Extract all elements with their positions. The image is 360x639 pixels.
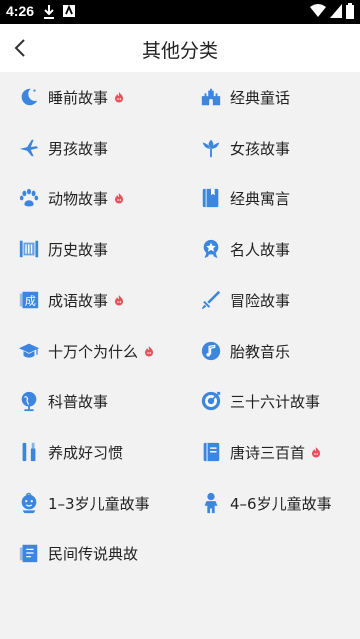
category-label: 十万个为什么 [48,342,139,361]
hot-flame-icon [310,446,322,458]
category-item[interactable]: 三十六计故事 [200,381,360,421]
hot-flame-icon [143,345,155,357]
airplane-icon [18,137,40,159]
category-item[interactable]: 经典寓言 [200,178,360,218]
category-label: 胎教音乐 [230,342,291,361]
globe-icon [18,390,40,412]
hot-flame-icon [113,192,125,204]
category-item[interactable]: 成成语故事 [18,280,188,320]
wifi-icon [310,4,326,17]
signal-icon [330,4,342,18]
flower-icon [200,137,222,159]
page-title: 其他分类 [141,40,218,62]
notebook-icon [200,441,222,463]
category-item[interactable]: 十万个为什么 [18,331,188,371]
castle-icon [200,86,222,108]
category-label: 名人故事 [230,240,291,259]
category-item[interactable]: 养成好习惯 [18,432,188,472]
folk-book-icon [18,542,40,564]
category-item[interactable]: 民间传说典故 [18,533,188,573]
category-label: 睡前故事 [48,88,109,107]
category-label: 4–6岁儿童故事 [230,494,332,513]
category-label: 三十六计故事 [230,392,321,411]
category-label: 唐诗三百首 [230,443,306,462]
category-label: 经典寓言 [230,189,291,208]
category-list: 睡前故事 经典童话男孩故事 女孩故事动物故事 经典寓言历史故事 名人故事成成语故事 冒险故… [0,72,360,639]
toothbrush-icon [18,441,40,463]
category-label: 民间传说典故 [48,544,139,563]
category-label: 经典童话 [230,88,291,107]
category-item[interactable]: 经典童话 [200,77,360,117]
music-note-icon [200,340,222,362]
hot-flame-icon [113,294,125,306]
category-label: 冒险故事 [230,291,291,310]
category-item[interactable]: 唐诗三百首 [200,432,360,472]
category-label: 女孩故事 [230,139,291,158]
status-time: 4:26 [6,3,35,19]
paw-icon [18,187,40,209]
category-item[interactable]: 女孩故事 [200,128,360,168]
category-item[interactable]: 冒险故事 [200,280,360,320]
hot-flame-icon [113,91,125,103]
category-item[interactable]: 4–6岁儿童故事 [200,483,360,523]
moon-icon [18,86,40,108]
category-item[interactable]: 胎教音乐 [200,331,360,371]
category-label: 动物故事 [48,189,109,208]
idiom-icon: 成 [18,289,40,311]
category-label: 成语故事 [48,291,109,310]
target-icon [200,390,222,412]
category-item[interactable]: 动物故事 [18,178,188,218]
category-item[interactable]: 男孩故事 [18,128,188,168]
status-bar: 4:26 [0,0,360,24]
sword-icon [200,289,222,311]
app-bar: 其他分类 [0,24,360,72]
scroll-icon [18,238,40,260]
child-icon [200,492,222,514]
category-label: 历史故事 [48,240,109,259]
graduation-cap-icon [18,340,40,362]
category-item[interactable]: 睡前故事 [18,77,188,117]
medal-icon [200,238,222,260]
baby-face-icon [18,492,40,514]
category-item[interactable]: 科普故事 [18,381,188,421]
category-item[interactable]: 历史故事 [18,229,188,269]
category-label: 科普故事 [48,392,109,411]
category-item[interactable]: 1–3岁儿童故事 [18,483,188,523]
category-item[interactable]: 名人故事 [200,229,360,269]
category-label: 男孩故事 [48,139,109,158]
app-notification-icon [63,4,75,17]
category-label: 1–3岁儿童故事 [48,494,150,513]
download-icon [44,5,54,19]
svg-text:成: 成 [25,295,36,308]
book-icon [200,187,222,209]
battery-icon [346,3,354,19]
category-label: 养成好习惯 [48,443,124,462]
